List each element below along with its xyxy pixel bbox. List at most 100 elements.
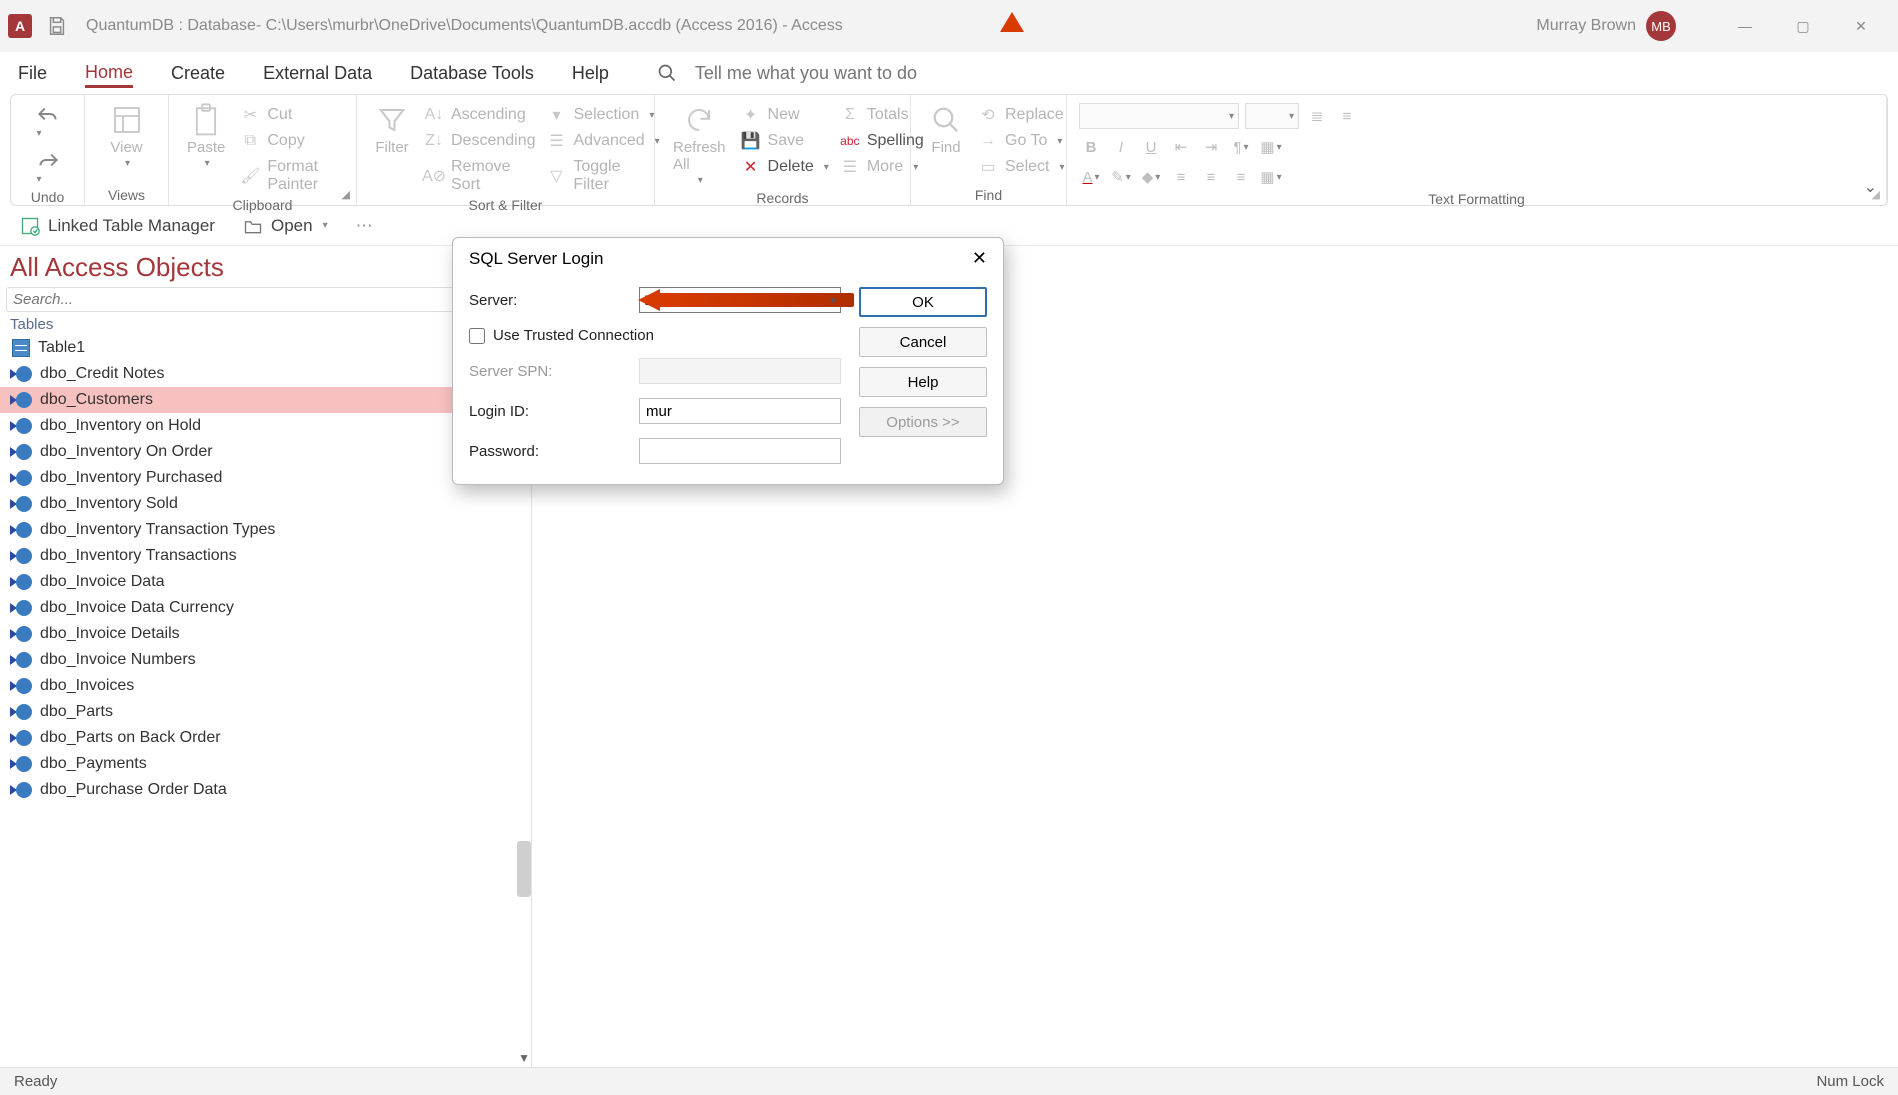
- close-button[interactable]: ✕: [1832, 6, 1890, 46]
- numbering-button[interactable]: ≡: [1335, 104, 1359, 128]
- options-button[interactable]: Options >>: [859, 407, 987, 437]
- descending-button[interactable]: Z↓Descending: [423, 131, 538, 151]
- tell-me[interactable]: [657, 63, 975, 84]
- find-button[interactable]: Find: [923, 101, 969, 158]
- copy-button[interactable]: ⧉Copy: [239, 131, 344, 151]
- navpane-item[interactable]: dbo_Inventory Sold: [0, 491, 531, 517]
- paste-button[interactable]: Paste▾: [181, 101, 231, 171]
- fill-color-button[interactable]: ◆▾: [1139, 165, 1163, 189]
- minimize-button[interactable]: —: [1716, 6, 1774, 46]
- linked-table-icon: [12, 366, 32, 382]
- navpane-item[interactable]: dbo_Parts: [0, 699, 531, 725]
- navpane-item-label: dbo_Customers: [40, 391, 153, 409]
- navpane-item[interactable]: dbo_Invoice Data: [0, 569, 531, 595]
- server-spn-input: [639, 358, 841, 384]
- navpane-item[interactable]: dbo_Purchase Order Data: [0, 777, 531, 803]
- tab-database-tools[interactable]: Database Tools: [410, 59, 534, 88]
- server-spn-label: Server SPN:: [469, 363, 627, 380]
- scrollbar-down-arrow[interactable]: ▼: [518, 1051, 530, 1065]
- trusted-connection-checkbox[interactable]: [469, 328, 485, 344]
- format-painter-button[interactable]: 🖌Format Painter: [239, 157, 344, 195]
- font-family-select[interactable]: ▾: [1079, 103, 1239, 129]
- password-input[interactable]: [639, 438, 841, 464]
- search-icon: [657, 63, 677, 83]
- navpane-item[interactable]: dbo_Inventory Transaction Types: [0, 517, 531, 543]
- select-button[interactable]: ▭Select▾: [977, 157, 1067, 177]
- cut-button[interactable]: ✂Cut: [239, 105, 344, 125]
- linked-table-icon: [12, 756, 32, 772]
- navpane-item[interactable]: dbo_Parts on Back Order: [0, 725, 531, 751]
- navpane-item[interactable]: dbo_Payments: [0, 751, 531, 777]
- toggle-filter-icon: ▽: [548, 167, 566, 185]
- advanced-icon: ☰: [548, 132, 566, 150]
- remove-sort-button[interactable]: A⊘Remove Sort: [423, 157, 538, 195]
- save-icon[interactable]: [46, 15, 68, 37]
- dialog-close-button[interactable]: ✕: [972, 248, 987, 269]
- save-record-button[interactable]: 💾Save: [740, 131, 831, 151]
- ok-button[interactable]: OK: [859, 287, 987, 317]
- advanced-button[interactable]: ☰Advanced▾: [546, 131, 662, 151]
- navpane-item[interactable]: dbo_Invoice Data Currency: [0, 595, 531, 621]
- navpane-item[interactable]: dbo_Invoice Details: [0, 621, 531, 647]
- titlebar: A QuantumDB : Database- C:\Users\murbr\O…: [0, 0, 1898, 52]
- ascending-button[interactable]: A↓Ascending: [423, 105, 538, 125]
- paste-icon: [189, 103, 223, 137]
- view-button[interactable]: View▾: [104, 101, 150, 171]
- highlight-button[interactable]: ✎▾: [1109, 165, 1133, 189]
- undo-button[interactable]: ▾: [35, 105, 61, 141]
- align-right-button[interactable]: ≡: [1229, 165, 1253, 189]
- maximize-button[interactable]: ▢: [1774, 6, 1832, 46]
- clipboard-dialog-launcher[interactable]: ◢: [342, 188, 350, 201]
- italic-button[interactable]: I: [1109, 135, 1133, 159]
- help-button[interactable]: Help: [859, 367, 987, 397]
- delete-icon: ✕: [742, 158, 760, 176]
- login-id-input[interactable]: [639, 398, 841, 424]
- linked-table-icon: [12, 418, 32, 434]
- new-record-button[interactable]: ✦New: [740, 105, 831, 125]
- replace-button[interactable]: ⟲Replace: [977, 105, 1067, 125]
- toggle-filter-button[interactable]: ▽Toggle Filter: [546, 157, 662, 195]
- gridlines-button[interactable]: ▦▾: [1259, 135, 1283, 159]
- linked-table-icon: [12, 522, 32, 538]
- font-size-select[interactable]: ▾: [1245, 103, 1299, 129]
- navpane-item[interactable]: dbo_Invoices: [0, 673, 531, 699]
- server-combo[interactable]: to ▾: [639, 287, 841, 313]
- align-center-button[interactable]: ≡: [1199, 165, 1223, 189]
- linked-table-icon: [12, 470, 32, 486]
- navpane-item[interactable]: dbo_Inventory Transactions: [0, 543, 531, 569]
- open-button[interactable]: Open ▾: [243, 216, 328, 236]
- ribbon-collapse-button[interactable]: ⌄: [1864, 177, 1877, 197]
- tab-home[interactable]: Home: [85, 58, 133, 88]
- filter-button[interactable]: Filter: [369, 101, 415, 158]
- text-direction-button[interactable]: ¶▾: [1229, 135, 1253, 159]
- navpane-search-input[interactable]: [6, 287, 525, 312]
- chevron-down-icon: ▾: [830, 294, 836, 307]
- linked-table-manager-button[interactable]: Linked Table Manager: [20, 216, 215, 236]
- tab-help[interactable]: Help: [572, 59, 609, 88]
- goto-button[interactable]: →Go To▾: [977, 131, 1067, 151]
- scrollbar-thumb[interactable]: [517, 841, 531, 897]
- underline-button[interactable]: U: [1139, 135, 1163, 159]
- user-avatar[interactable]: MB: [1646, 11, 1676, 41]
- tab-file[interactable]: File: [18, 59, 47, 88]
- font-color-button[interactable]: A▾: [1079, 165, 1103, 189]
- refresh-icon: [682, 103, 716, 137]
- cancel-button[interactable]: Cancel: [859, 327, 987, 357]
- quick-access-more[interactable]: ⋯: [356, 216, 373, 236]
- bullets-button[interactable]: ≣: [1305, 104, 1329, 128]
- bold-button[interactable]: B: [1079, 135, 1103, 159]
- navpane-item-label: dbo_Inventory On Order: [40, 443, 213, 461]
- tell-me-input[interactable]: [695, 63, 975, 84]
- navpane-item[interactable]: dbo_Invoice Numbers: [0, 647, 531, 673]
- goto-icon: →: [979, 132, 997, 150]
- decrease-indent-button[interactable]: ⇤: [1169, 135, 1193, 159]
- redo-button[interactable]: ▾: [35, 151, 61, 187]
- refresh-all-button[interactable]: Refresh All▾: [667, 101, 732, 188]
- align-left-button[interactable]: ≡: [1169, 165, 1193, 189]
- alt-fill-button[interactable]: ▦▾: [1259, 165, 1283, 189]
- delete-record-button[interactable]: ✕Delete▾: [740, 157, 831, 177]
- tab-create[interactable]: Create: [171, 59, 225, 88]
- increase-indent-button[interactable]: ⇥: [1199, 135, 1223, 159]
- tab-external-data[interactable]: External Data: [263, 59, 372, 88]
- selection-button[interactable]: ▾Selection▾: [546, 105, 662, 125]
